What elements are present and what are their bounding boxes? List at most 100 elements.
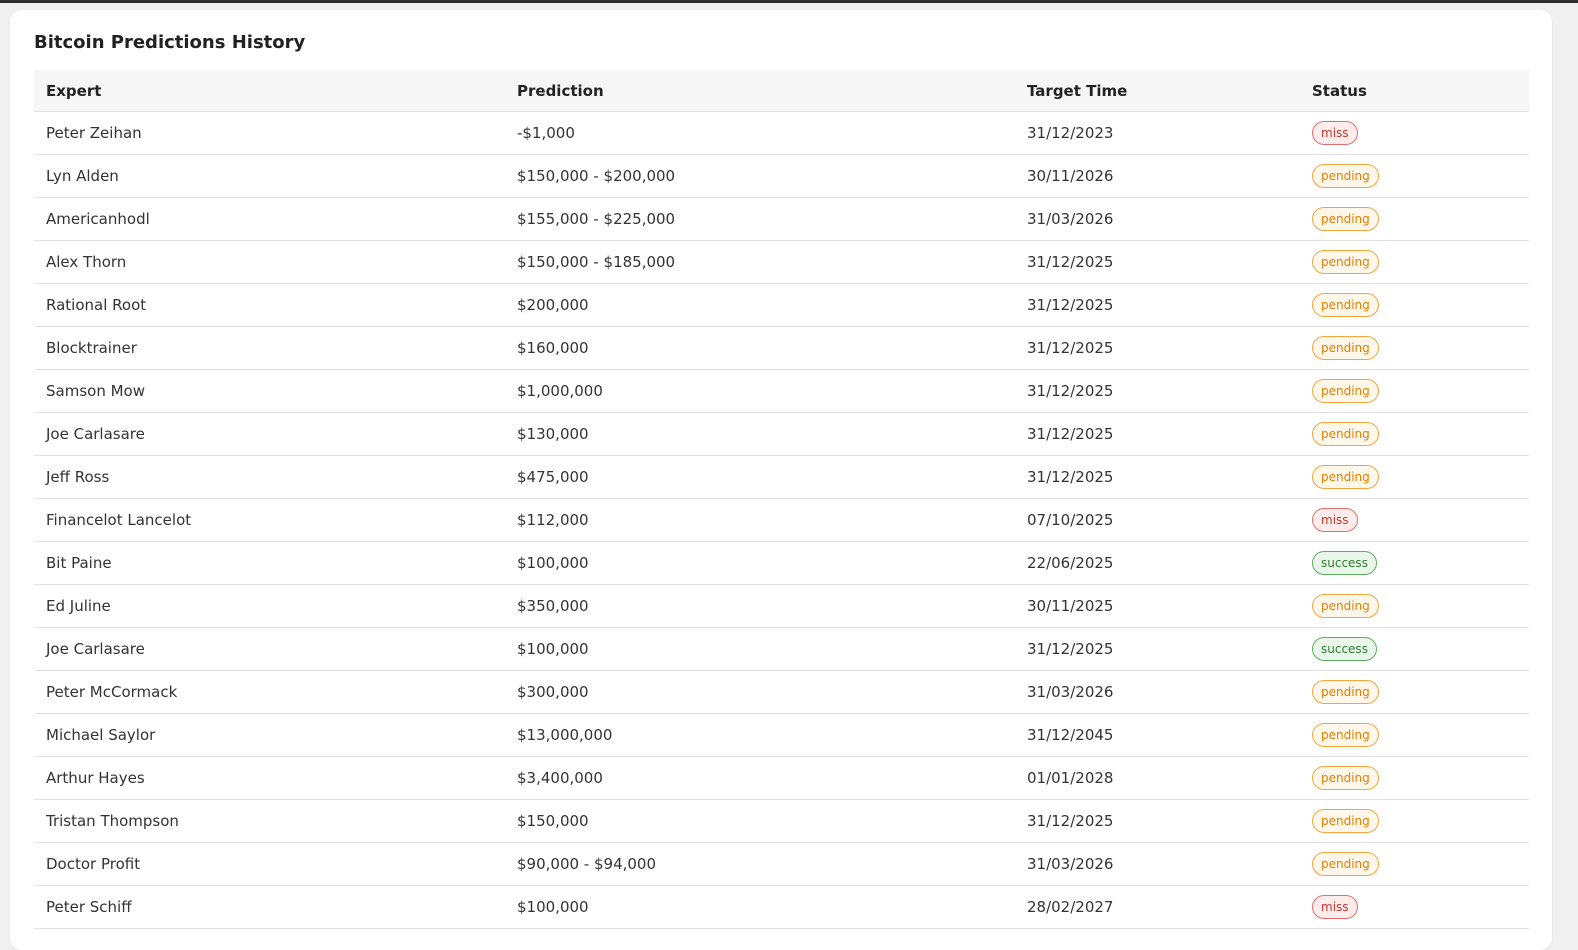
cell-expert: Lyn Alden <box>34 154 505 198</box>
cell-status: pending <box>1300 154 1529 198</box>
cell-prediction: -$1,000 <box>505 111 1015 155</box>
predictions-table: Expert Prediction Target Time Status Pet… <box>34 70 1529 929</box>
table-row: Joe Carlasare $100,000 31/12/2025 success <box>34 627 1529 671</box>
cell-status: success <box>1300 627 1529 671</box>
status-badge: pending <box>1312 422 1379 446</box>
table-row: Peter Zeihan -$1,000 31/12/2023 miss <box>34 111 1529 155</box>
cell-prediction: $13,000,000 <box>505 713 1015 757</box>
cell-target-time: 07/10/2025 <box>1015 498 1300 542</box>
cell-status: pending <box>1300 455 1529 499</box>
cell-target-time: 31/12/2025 <box>1015 799 1300 843</box>
cell-target-time: 30/11/2025 <box>1015 584 1300 628</box>
cell-expert: Joe Carlasare <box>34 412 505 456</box>
cell-prediction: $475,000 <box>505 455 1015 499</box>
cell-expert: Bit Paine <box>34 541 505 585</box>
cell-expert: Blocktrainer <box>34 326 505 370</box>
cell-prediction: $90,000 - $94,000 <box>505 842 1015 886</box>
cell-status: miss <box>1300 885 1529 929</box>
cell-target-time: 31/12/2025 <box>1015 369 1300 413</box>
cell-prediction: $150,000 - $185,000 <box>505 240 1015 284</box>
cell-expert: Americanhodl <box>34 197 505 241</box>
status-badge: pending <box>1312 164 1379 188</box>
header-expert: Expert <box>34 70 505 112</box>
table-row: Alex Thorn $150,000 - $185,000 31/12/2025 p… <box>34 240 1529 284</box>
status-badge: pending <box>1312 207 1379 231</box>
table-row: Rational Root $200,000 31/12/2025 pending <box>34 283 1529 327</box>
cell-expert: Peter Zeihan <box>34 111 505 155</box>
card-title: Bitcoin Predictions History <box>34 32 306 53</box>
cell-prediction: $155,000 - $225,000 <box>505 197 1015 241</box>
cell-expert: Tristan Thompson <box>34 799 505 843</box>
cell-target-time: 31/03/2026 <box>1015 197 1300 241</box>
header-row: Expert Prediction Target Time Status <box>34 70 1529 112</box>
cell-status: pending <box>1300 326 1529 370</box>
table-row: Ed Juline $350,000 30/11/2025 pending <box>34 584 1529 628</box>
cell-target-time: 31/12/2045 <box>1015 713 1300 757</box>
status-badge: success <box>1312 551 1377 575</box>
cell-target-time: 22/06/2025 <box>1015 541 1300 585</box>
cell-prediction: $100,000 <box>505 627 1015 671</box>
cell-target-time: 31/03/2026 <box>1015 842 1300 886</box>
cell-target-time: 01/01/2028 <box>1015 756 1300 800</box>
cell-status: pending <box>1300 756 1529 800</box>
table-row: Tristan Thompson $150,000 31/12/2025 pendin… <box>34 799 1529 843</box>
table-row: Michael Saylor $13,000,000 31/12/2045 pendi… <box>34 713 1529 757</box>
cell-prediction: $130,000 <box>505 412 1015 456</box>
cell-target-time: 31/12/2025 <box>1015 283 1300 327</box>
cell-prediction: $150,000 <box>505 799 1015 843</box>
table-row: Peter Schiff $100,000 28/02/2027 miss <box>34 885 1529 929</box>
cell-expert: Doctor Profit <box>34 842 505 886</box>
table-row: Peter McCormack $300,000 31/03/2026 pending <box>34 670 1529 714</box>
cell-target-time: 30/11/2026 <box>1015 154 1300 198</box>
cell-expert: Arthur Hayes <box>34 756 505 800</box>
status-badge: pending <box>1312 852 1379 876</box>
status-badge: pending <box>1312 723 1379 747</box>
cell-status: pending <box>1300 799 1529 843</box>
cell-prediction: $3,400,000 <box>505 756 1015 800</box>
cell-expert: Financelot Lancelot <box>34 498 505 542</box>
cell-expert: Ed Juline <box>34 584 505 628</box>
cell-prediction: $350,000 <box>505 584 1015 628</box>
status-badge: pending <box>1312 766 1379 790</box>
cell-prediction: $200,000 <box>505 283 1015 327</box>
status-badge: pending <box>1312 809 1379 833</box>
header-target-time: Target Time <box>1015 70 1300 112</box>
status-badge: pending <box>1312 465 1379 489</box>
table-row: Financelot Lancelot $112,000 07/10/2025 mis… <box>34 498 1529 542</box>
status-badge: miss <box>1312 895 1358 919</box>
cell-target-time: 28/02/2027 <box>1015 885 1300 929</box>
cell-status: pending <box>1300 713 1529 757</box>
table-row: Bit Paine $100,000 22/06/2025 success <box>34 541 1529 585</box>
status-badge: pending <box>1312 594 1379 618</box>
cell-expert: Rational Root <box>34 283 505 327</box>
status-badge: success <box>1312 637 1377 661</box>
header-prediction: Prediction <box>505 70 1015 112</box>
cell-status: miss <box>1300 111 1529 155</box>
table-row: Joe Carlasare $130,000 31/12/2025 pending <box>34 412 1529 456</box>
table-row: Samson Mow $1,000,000 31/12/2025 pending <box>34 369 1529 413</box>
header-status: Status <box>1300 70 1529 112</box>
cell-prediction: $1,000,000 <box>505 369 1015 413</box>
cell-status: pending <box>1300 197 1529 241</box>
cell-target-time: 31/03/2026 <box>1015 670 1300 714</box>
table-row: Blocktrainer $160,000 31/12/2025 pending <box>34 326 1529 370</box>
table-row: Jeff Ross $475,000 31/12/2025 pending <box>34 455 1529 499</box>
cell-status: pending <box>1300 240 1529 284</box>
cell-prediction: $150,000 - $200,000 <box>505 154 1015 198</box>
status-badge: pending <box>1312 336 1379 360</box>
status-badge: miss <box>1312 508 1358 532</box>
table-row: Americanhodl $155,000 - $225,000 31/03/202… <box>34 197 1529 241</box>
cell-prediction: $160,000 <box>505 326 1015 370</box>
cell-target-time: 31/12/2025 <box>1015 412 1300 456</box>
cell-expert: Peter McCormack <box>34 670 505 714</box>
cell-target-time: 31/12/2025 <box>1015 240 1300 284</box>
table-body: Peter Zeihan -$1,000 31/12/2023 miss Lyn Ald… <box>34 111 1529 929</box>
status-badge: pending <box>1312 379 1379 403</box>
cell-expert: Alex Thorn <box>34 240 505 284</box>
status-badge: pending <box>1312 293 1379 317</box>
cell-status: pending <box>1300 670 1529 714</box>
table-row: Arthur Hayes $3,400,000 01/01/2028 pending <box>34 756 1529 800</box>
cell-expert: Jeff Ross <box>34 455 505 499</box>
cell-status: pending <box>1300 283 1529 327</box>
cell-prediction: $100,000 <box>505 541 1015 585</box>
